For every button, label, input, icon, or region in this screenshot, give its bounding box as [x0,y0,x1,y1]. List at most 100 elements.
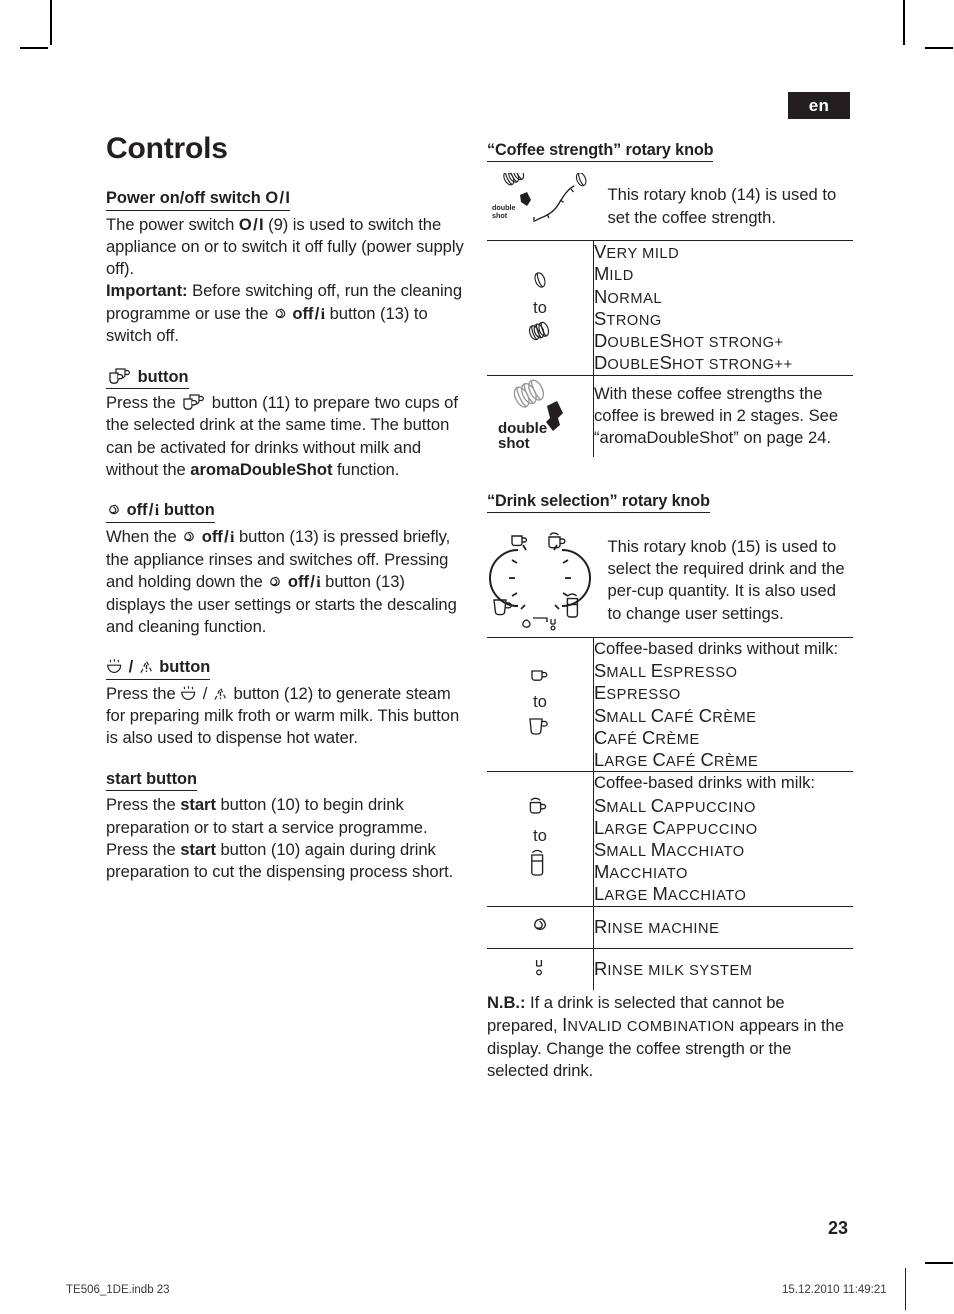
drinks-no-milk: Coffee-based drinks without milk: SMALL … [593,636,853,772]
rinse-machine-row: RINSE MACHINE [593,905,853,949]
crop-mark-top-right-horizontal [925,47,953,49]
drink-name: LARGE CAFÉ CRÈME [594,749,759,770]
note-prefix: N.B.: [487,993,526,1013]
warning-icon [138,659,155,675]
coffee-strength-levels: VERY MILD MILD NORMAL STRONG DOUBLESHOT … [593,240,853,376]
section-heading-off-i-button: off / i button [106,500,215,524]
section-off-i-button: off / i button When the off / i button (… [106,500,468,638]
right-column: “Coffee strength” rotary knob double sho… [487,140,853,1082]
page-number: 23 [827,1218,848,1238]
table-row: to Coffee-based drinks with milk: SMALL … [487,771,853,907]
section-power-switch: Power on/off switch O / I The power swit… [106,188,468,348]
language-tab: en [788,92,850,119]
one-bean-icon [530,269,550,291]
section-body-power-switch: The power switch O / I (9) is used to sw… [106,214,464,346]
section-body-two-cups-button: Press the button (11) to prepare two cup… [106,393,458,480]
drink-name: SMALL ESPRESSO [594,660,738,682]
range-to-label: to [533,693,547,712]
section-heading-coffee-strength: “Coffee strength” rotary knob [487,140,714,163]
drink-selection-knob-illustration [487,524,594,638]
strength-level: NORMAL [594,285,663,307]
steam-icon [180,685,198,702]
table-row: double shot With these coffee strengths … [487,374,853,457]
doubleshot-icon: double shot [498,379,563,452]
note-invalid-combination: N.B.: If a drink is selected that cannot… [487,993,844,1080]
crop-mark-bottom-right-horizontal [925,1262,953,1264]
left-column: Controls Power on/off switch O / I The p… [106,132,468,883]
steam-icon [106,659,124,675]
drink-name: SMALL CAPPUCCINO [594,794,756,816]
svg-text:shot: shot [492,211,508,220]
crop-mark-top-right-vertical [903,0,905,45]
rinse-milk-row: RINSE MILK SYSTEM [593,947,853,991]
page-title: Controls [106,132,228,165]
drink-range-with-milk: to [487,771,594,907]
section-heading-steam-button: / button [106,657,211,680]
rotary-knob-diagram-icon: double shot [492,166,587,223]
section-heading-drink-selection: “Drink selection” rotary knob [487,491,710,513]
strength-level: DOUBLESHOT STRONG++ [594,352,793,374]
drink-name: SMALL MACCHIATO [594,838,745,860]
table-row: to Coffee-based drinks without milk: SMA… [487,636,853,772]
range-to-label: to [533,298,547,317]
two-cups-icon [106,367,133,385]
section-steam-button: / button Press the / button (12) to gene… [106,657,468,749]
section-two-cups-button: button Press the button (11) to prepare … [106,367,468,482]
manual-page: en Controls Power on/off switch O / I Th… [0,0,954,1314]
crop-mark-top-left-horizontal [20,47,48,49]
drink-selection-table: This rotary knob (15) is used to select … [487,524,853,991]
table-row: double shot This rotary knob (14) is use… [487,166,853,241]
drop-icon [267,575,283,590]
strength-level: MILD [594,263,634,285]
strength-level: STRONG [594,307,662,329]
drink-range-stack: to [487,666,593,744]
coffee-strength-intro-text: This rotary knob (14) is used to set the… [607,185,837,227]
cappuccino-cup-icon [526,795,554,819]
drink-name: CAFÉ CRÈME [594,726,700,748]
coffee-strength-range-stack: to [487,269,593,347]
table-row: to VERY MILD MILD NORMAL STRONG DOUBLESH… [487,240,853,376]
drink-name: ESPRESSO [594,682,681,704]
drinks-with-milk: Coffee-based drinks with milk: SMALL CAP… [593,771,853,907]
drink-range-stack: to [487,795,593,883]
strength-level: DOUBLESHOT STRONG+ [594,330,784,352]
drink-range-no-milk: to [487,636,594,772]
drop-icon [273,307,288,322]
section-heading-label: button [137,367,189,386]
footer-timestamp: 15.12.2010 11:49:21 [782,1284,887,1296]
drinks-no-milk-caption: Coffee-based drinks without milk: [594,638,839,658]
table-row: RINSE MACHINE [487,905,853,949]
two-cups-icon [180,393,207,411]
table-row: RINSE MILK SYSTEM [487,947,853,991]
coffee-strength-table: double shot This rotary knob (14) is use… [487,166,853,457]
section-heading-start-button: start button [106,769,198,792]
rinse-milk-icon-cell [487,947,594,991]
table-row: This rotary knob (15) is used to select … [487,524,853,638]
section-heading-power-switch: Power on/off switch O / I [106,188,290,211]
drop-icon [530,916,550,936]
drink-name: SMALL CAFÉ CRÈME [594,704,757,726]
rinse-machine-label: RINSE MACHINE [594,915,720,937]
drink-name: LARGE CAPPUCCINO [594,816,758,838]
rinse-milk-label: RINSE MILK SYSTEM [594,957,753,979]
milk-system-icon [530,956,550,980]
svg-text:shot: shot [498,435,530,452]
three-beans-icon [525,320,555,342]
drop-icon [181,530,197,545]
small-cup-icon [527,666,553,686]
section-body-start-button: Press the start button (10) to begin dri… [106,795,454,882]
section-start-button: start button Press the start button (10)… [106,769,468,884]
range-to-label: to [533,826,547,845]
display-text-invalid-combination: INVALID COMBINATION [562,1014,735,1036]
large-cup-icon [526,715,554,739]
footer-filename: TE506_1DE.indb 23 [66,1284,170,1296]
doubleshot-icon-cell: double shot [487,374,594,457]
warning-icon [212,686,229,702]
crop-mark-top-left-vertical [50,0,52,45]
coffee-strength-range: to [487,240,594,376]
drinks-with-milk-caption: Coffee-based drinks with milk: [594,773,816,793]
section-body-steam-button: Press the / button (12) to generate stea… [106,683,460,748]
drink-selection-intro: This rotary knob (15) is used to select … [594,524,854,638]
doubleshot-text: With these coffee strengths the coffee i… [594,383,839,448]
drink-name: LARGE MACCHIATO [594,883,747,905]
